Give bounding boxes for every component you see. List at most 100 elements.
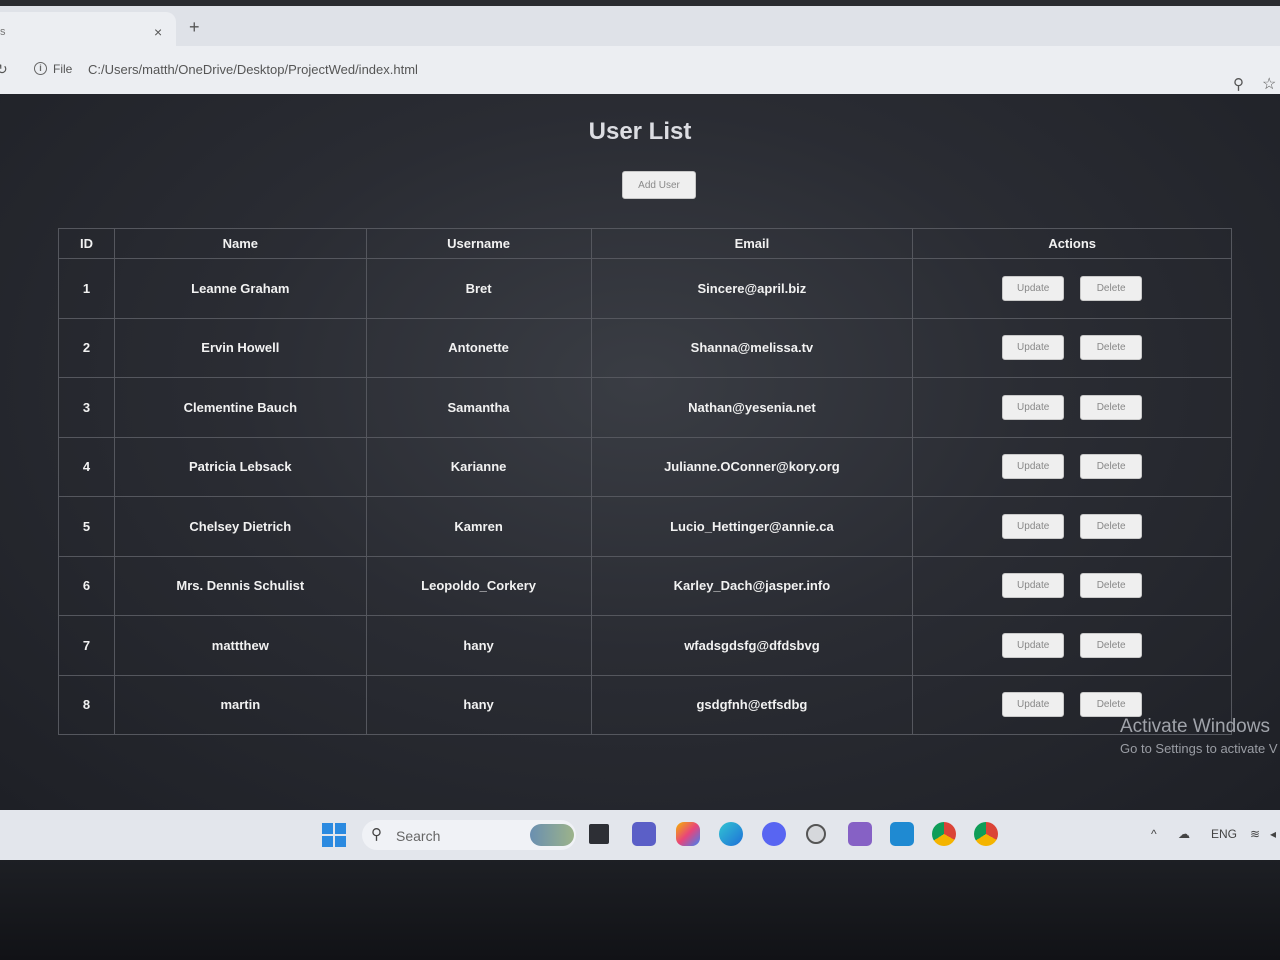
cell-username: hany <box>365 674 592 735</box>
tab-close-icon[interactable]: × <box>154 24 162 40</box>
copilot-icon[interactable] <box>676 822 700 846</box>
language-indicator[interactable]: ENG <box>1211 827 1237 841</box>
cell-id: 1 <box>58 258 115 319</box>
cell-username: Samantha <box>365 377 592 438</box>
update-button[interactable]: Update <box>1002 573 1065 599</box>
delete-button[interactable]: Delete <box>1080 692 1143 718</box>
header-email: Email <box>590 228 914 259</box>
onedrive-cloud-icon[interactable]: ☁ <box>1178 827 1190 841</box>
bookmark-star-icon[interactable]: ☆ <box>1262 74 1276 94</box>
cell-email: Julianne.OConner@kory.org <box>590 436 914 497</box>
cell-name: Chelsey Dietrich <box>113 496 367 557</box>
task-view-icon[interactable] <box>589 824 609 844</box>
update-button[interactable]: Update <box>1002 513 1065 539</box>
update-button[interactable]: Update <box>1002 632 1065 658</box>
table-row: 8 martin hany gsdgfnh@etfsdbg Update Dele… <box>58 674 1232 735</box>
cell-name: Ervin Howell <box>113 317 367 378</box>
update-button[interactable]: Update <box>1002 394 1065 420</box>
table-row: 4 Patricia Lebsack Karianne Julianne.OCo… <box>58 436 1232 497</box>
header-username: Username <box>365 228 592 259</box>
cell-email: Sincere@april.biz <box>590 258 914 319</box>
cell-name: mattthew <box>113 615 367 676</box>
volume-icon[interactable]: ◂ <box>1270 827 1276 841</box>
cell-id: 8 <box>58 674 115 735</box>
cell-name: Patricia Lebsack <box>113 436 367 497</box>
cell-actions: Update Delete <box>912 555 1232 616</box>
page-title: User List <box>588 118 692 145</box>
activate-windows-subtitle: Go to Settings to activate V <box>1120 741 1278 756</box>
cell-username: Antonette <box>365 317 592 378</box>
address-bar[interactable]: C:/Users/matth/OneDrive/Desktop/ProjectW… <box>88 62 418 77</box>
cell-username: Leopoldo_Corkery <box>365 555 592 616</box>
cell-username: hany <box>365 615 592 676</box>
update-button[interactable]: Update <box>1002 335 1065 361</box>
wifi-icon[interactable]: ≋ <box>1250 827 1260 841</box>
teams-icon[interactable] <box>632 822 656 846</box>
cell-actions: Update Delete <box>912 377 1232 438</box>
cell-id: 4 <box>58 436 115 497</box>
vscode-icon[interactable] <box>890 822 914 846</box>
active-tab[interactable]: s × <box>0 12 176 46</box>
cell-username: Karianne <box>365 436 592 497</box>
table-row: 7 mattthew hany wfadsgdsfg@dfdsbvg Updat… <box>58 615 1232 676</box>
cell-actions: Update Delete <box>912 258 1232 319</box>
chrome-profile-icon[interactable] <box>974 822 998 846</box>
update-button[interactable]: Update <box>1002 454 1065 480</box>
cell-email: Nathan@yesenia.net <box>590 377 914 438</box>
header-actions: Actions <box>912 228 1232 259</box>
cell-email: wfadsgdsfg@dfdsbvg <box>590 615 914 676</box>
delete-button[interactable]: Delete <box>1080 632 1143 658</box>
delete-button[interactable]: Delete <box>1080 513 1143 539</box>
cell-id: 6 <box>58 555 115 616</box>
cell-id: 3 <box>58 377 115 438</box>
zoom-icon[interactable]: ⚲ <box>1233 75 1244 93</box>
delete-button[interactable]: Delete <box>1080 573 1143 599</box>
new-tab-icon[interactable]: + <box>189 18 200 36</box>
screen-bezel-bottom <box>0 860 1280 960</box>
edge-icon[interactable] <box>719 822 743 846</box>
cell-name: Mrs. Dennis Schulist <box>113 555 367 616</box>
reload-icon[interactable]: ↻ <box>0 61 8 78</box>
update-button[interactable]: Update <box>1002 275 1065 301</box>
cell-email: Lucio_Hettinger@annie.ca <box>590 496 914 557</box>
discord-icon[interactable] <box>762 822 786 846</box>
delete-button[interactable]: Delete <box>1080 335 1143 361</box>
activate-windows-title: Activate Windows <box>1120 716 1270 737</box>
tab-strip: s × + <box>0 6 1280 46</box>
delete-button[interactable]: Delete <box>1080 394 1143 420</box>
site-info-icon[interactable]: i <box>34 62 47 75</box>
delete-button[interactable]: Delete <box>1080 275 1143 301</box>
cell-id: 7 <box>58 615 115 676</box>
browser-toolbar: ↻ i File C:/Users/matth/OneDrive/Desktop… <box>0 46 1280 94</box>
table-row: 1 Leanne Graham Bret Sincere@april.biz U… <box>58 258 1232 319</box>
cell-actions: Update Delete <box>912 496 1232 557</box>
delete-button[interactable]: Delete <box>1080 454 1143 480</box>
cell-username: Kamren <box>365 496 592 557</box>
windows-start-icon[interactable] <box>322 823 346 847</box>
cell-email: Shanna@melissa.tv <box>590 317 914 378</box>
cell-id: 2 <box>58 317 115 378</box>
cell-actions: Update Delete <box>912 436 1232 497</box>
cell-email: Karley_Dach@jasper.info <box>590 555 914 616</box>
add-user-button[interactable]: Add User <box>622 171 696 199</box>
update-button[interactable]: Update <box>1002 692 1065 718</box>
widgets-icon[interactable] <box>530 824 574 846</box>
cell-id: 5 <box>58 496 115 557</box>
user-table: ID Name Username Email Actions 1 Leanne … <box>58 228 1232 735</box>
cell-email: gsdgfnh@etfsdbg <box>590 674 914 735</box>
table-row: 3 Clementine Bauch Samantha Nathan@yesen… <box>58 377 1232 438</box>
cell-name: martin <box>113 674 367 735</box>
table-row: 2 Ervin Howell Antonette Shanna@melissa.… <box>58 317 1232 378</box>
cell-name: Clementine Bauch <box>113 377 367 438</box>
cell-username: Bret <box>365 258 592 319</box>
chrome-icon[interactable] <box>932 822 956 846</box>
cell-actions: Update Delete <box>912 615 1232 676</box>
header-name: Name <box>113 228 367 259</box>
table-row: 5 Chelsey Dietrich Kamren Lucio_Hettinge… <box>58 496 1232 557</box>
tray-chevron-up-icon[interactable]: ^ <box>1151 827 1157 841</box>
visual-studio-icon[interactable] <box>848 822 872 846</box>
chatgpt-icon[interactable] <box>806 824 826 844</box>
page-content: User List Add User ID Name Username Emai… <box>0 94 1280 810</box>
table-row: 6 Mrs. Dennis Schulist Leopoldo_Corkery … <box>58 555 1232 616</box>
cell-name: Leanne Graham <box>113 258 367 319</box>
